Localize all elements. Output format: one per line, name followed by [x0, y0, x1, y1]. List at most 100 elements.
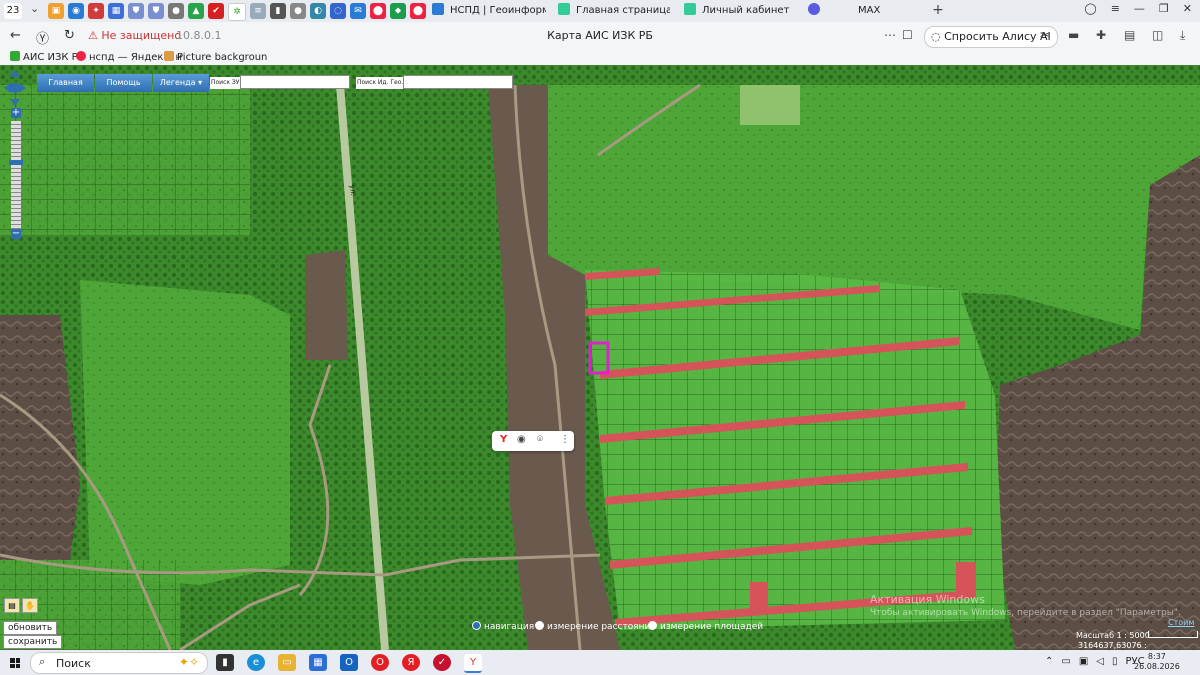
tab-personal-account[interactable]: Личный кабинет — [684, 2, 796, 20]
tab-nspd[interactable]: НСПД | Геоинформацио — [432, 2, 546, 20]
pinned-tab-icon[interactable]: ⛊ — [128, 3, 144, 19]
cursor-coordinates: 3164637,63076 : 525261,72812 — [1078, 641, 1147, 650]
zoom-in-icon[interactable]: + — [11, 108, 21, 118]
tab-counter-badge[interactable]: 23 — [4, 3, 22, 19]
tab-main-page[interactable]: Главная страница — [558, 2, 670, 20]
pinned-tab-icon[interactable]: ✉ — [350, 3, 366, 19]
pinned-tab-icon[interactable]: ✲ — [228, 3, 246, 21]
windows-activation-text: Чтобы активировать Windows, перейдите в … — [870, 608, 1181, 618]
pinned-tab-icon[interactable]: ◉ — [68, 3, 84, 19]
edge-icon[interactable]: e — [247, 654, 265, 671]
extension-icon[interactable]: ◫ — [1152, 28, 1163, 42]
yandex-icon[interactable]: Я — [402, 654, 420, 671]
satellite-map-canvas[interactable]: ул. — [0, 65, 1200, 650]
refresh-button[interactable]: обновить — [3, 621, 58, 635]
restore-icon[interactable]: ❐ — [1159, 2, 1169, 15]
lens-search-icon[interactable]: ⌾ — [537, 434, 543, 445]
bookmark-favicon-icon — [164, 51, 174, 61]
bookmark-picture-background[interactable]: Picture backgroun — [164, 51, 267, 63]
pinned-tab-icon[interactable]: ✦ — [88, 3, 104, 19]
pinned-tab-icon[interactable]: ⬤ — [410, 3, 426, 19]
yandex-logo-icon[interactable]: Y — [500, 434, 507, 445]
map-legend-button[interactable]: Легенда ▾ — [153, 74, 209, 92]
image-tools-popup: Y ◉ ⌾ ⋮ — [492, 431, 574, 451]
app-icon[interactable]: ✓ — [433, 654, 451, 671]
taskbar-search-box[interactable]: ⌕ Поиск ✦✧ — [30, 652, 208, 674]
file-explorer-icon[interactable]: ▭ — [278, 654, 296, 671]
mode-area-radio[interactable]: измерение площадей — [648, 621, 763, 632]
opera-icon[interactable]: O — [371, 654, 389, 671]
pinned-tab-icon[interactable]: ▦ — [108, 3, 124, 19]
yandex-browser-icon[interactable]: Y — [464, 654, 482, 673]
new-tab-plus-icon[interactable]: + — [930, 2, 946, 18]
close-icon[interactable]: ✕ — [1183, 2, 1192, 15]
scale-link[interactable]: Стоим — [1168, 618, 1194, 627]
outlook-icon[interactable]: O — [340, 654, 358, 671]
tray-app-icon[interactable]: ▭ — [1061, 656, 1070, 667]
clearing — [740, 85, 800, 125]
extension-icon[interactable]: ✂ — [1040, 28, 1050, 42]
search-geo-input[interactable] — [403, 75, 513, 89]
bookmarks-bar: АИС ИЗК РБ нспд — Яндекс: н Picture back… — [0, 50, 1200, 65]
pinned-tab-icon[interactable]: ≡ — [250, 3, 266, 19]
bookmark-favicon-icon — [76, 51, 86, 61]
tab-list-chevron-icon[interactable]: ⌄ — [30, 2, 39, 15]
zoom-slider-handle[interactable] — [9, 160, 23, 165]
pan-arrows-icon[interactable] — [4, 70, 26, 106]
map-help-button[interactable]: Помощь — [95, 74, 152, 92]
pinned-tab-icon[interactable]: ▣ — [48, 3, 64, 19]
taskbar-apps: ▮ e ▭ ▦ O O Я ✓ Y — [216, 654, 482, 673]
pinned-tab-icon[interactable]: ◌ — [330, 3, 346, 19]
address-bar: ← Ⓨ ↻ ⚠ Не защищено 10.8.0.1 Карта АИС И… — [0, 22, 1200, 50]
mode-distance-radio[interactable]: измерение расстояний — [535, 621, 656, 632]
pinned-tab-icon[interactable]: ✔ — [208, 3, 224, 19]
pinned-tab-icon[interactable]: ⬤ — [370, 3, 386, 19]
print-icon[interactable]: ▤ — [4, 598, 20, 613]
tab-favicon-icon — [432, 3, 444, 15]
battery-icon[interactable]: ▯ — [1112, 656, 1118, 667]
menu-icon[interactable]: ≡ — [1111, 2, 1120, 15]
pinned-tab-icon[interactable]: ⬥ — [390, 3, 406, 19]
map-viewport[interactable]: ул. Главная Помощь Легенда ▾ Поиск ЗУ По… — [0, 65, 1200, 650]
profile-icon[interactable]: ◯ — [1084, 2, 1096, 15]
map-home-button[interactable]: Главная — [37, 74, 94, 92]
more-vertical-icon[interactable]: ⋮ — [560, 434, 570, 445]
volume-icon[interactable]: ◁ — [1096, 656, 1104, 667]
sparkle-icon: ✦✧ — [178, 655, 199, 669]
minimize-icon[interactable]: — — [1134, 2, 1145, 15]
chevron-up-icon[interactable]: ⌃ — [1045, 656, 1053, 667]
store-icon[interactable]: ▦ — [309, 654, 327, 671]
more-options-icon[interactable]: ⋯ — [884, 28, 896, 42]
pinned-tabs: ▣ ◉ ✦ ▦ ⛊ ⛊ ● ▲ ✔ ✲ ≡ ▮ ● ◐ ◌ ✉ ⬤ ⬥ ⬤ — [48, 3, 426, 21]
mode-navigation-radio[interactable]: навигация — [472, 621, 534, 632]
bookmark-ais-izk[interactable]: АИС ИЗК РБ — [10, 51, 85, 63]
search-parcel-input[interactable] — [240, 75, 350, 89]
ask-alice-button[interactable]: ◌ Спросить Алису AI — [924, 26, 1058, 48]
tab-max[interactable]: MAX — [808, 2, 920, 20]
pinned-tab-icon[interactable]: ◐ — [310, 3, 326, 19]
pinned-tab-icon[interactable]: ▮ — [270, 3, 286, 19]
pan-hand-icon[interactable]: ✋ — [22, 598, 38, 613]
save-button[interactable]: сохранить — [3, 635, 63, 649]
task-view-icon[interactable]: ▮ — [216, 654, 234, 671]
tab-favicon-icon — [558, 3, 570, 15]
extensions-icon[interactable]: ✚ — [1096, 28, 1106, 42]
extension-icon[interactable]: ▤ — [1124, 28, 1135, 42]
eye-icon[interactable]: ◉ — [517, 434, 526, 445]
extension-icon[interactable]: ▬ — [1068, 28, 1079, 42]
zoom-slider[interactable] — [11, 121, 21, 229]
pinned-tab-icon[interactable]: ▲ — [188, 3, 204, 19]
pinned-tab-icon[interactable]: ⛊ — [148, 3, 164, 19]
bookmark-icon[interactable]: ☐ — [902, 28, 913, 42]
dropdown-arrow-icon: ▾ — [198, 78, 203, 87]
taskbar-clock[interactable]: 8:37 26.08.2026 — [1134, 652, 1180, 672]
download-icon[interactable]: ⤓ — [1180, 28, 1185, 43]
search-parcel-label: Поиск ЗУ — [210, 77, 241, 89]
pinned-tab-icon[interactable]: ● — [168, 3, 184, 19]
clock-date: 26.08.2026 — [1134, 662, 1180, 671]
pinned-tab-icon[interactable]: ● — [290, 3, 306, 19]
bare-land-area — [305, 250, 348, 360]
windows-start-icon[interactable] — [10, 658, 20, 668]
zoom-out-icon[interactable]: − — [11, 229, 21, 239]
network-icon[interactable]: ▣ — [1079, 656, 1088, 667]
